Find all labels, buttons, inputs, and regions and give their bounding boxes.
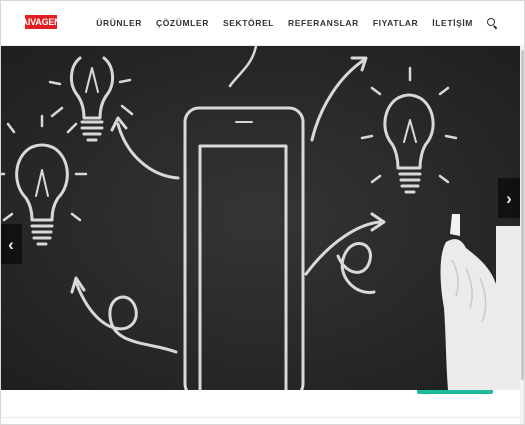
- scrollbar-thumb[interactable]: [521, 50, 524, 380]
- accent-button-edge[interactable]: [417, 390, 493, 394]
- search-icon[interactable]: [487, 18, 497, 28]
- nav-item-cozumler[interactable]: ÇÖZÜMLER: [156, 18, 209, 28]
- main-menu: ÜRÜNLER ÇÖZÜMLER SEKTÖREL REFERANSLAR FI…: [96, 0, 497, 46]
- chevron-right-icon: ›: [506, 188, 512, 208]
- hero-image: [0, 46, 520, 390]
- hero-slider: ‹: [0, 46, 520, 390]
- nav-item-referanslar[interactable]: REFERANSLAR: [288, 18, 359, 28]
- nav-item-fiyatlar[interactable]: FIYATLAR: [373, 18, 418, 28]
- page-scrollbar[interactable]: [520, 46, 525, 425]
- chevron-left-icon: ‹: [8, 234, 14, 254]
- nav-item-sektorel[interactable]: SEKTÖREL: [223, 18, 274, 28]
- site-logo[interactable]: AIVAGEN: [22, 15, 61, 29]
- slider-prev-button[interactable]: ‹: [0, 224, 22, 264]
- slider-next-button[interactable]: ›: [498, 178, 520, 218]
- section-divider: [0, 417, 520, 418]
- nav-item-urunler[interactable]: ÜRÜNLER: [96, 18, 142, 28]
- nav-item-iletisim[interactable]: İLETİŞİM: [432, 18, 473, 28]
- site-header: AIVAGEN ÜRÜNLER ÇÖZÜMLER SEKTÖREL REFERA…: [0, 0, 525, 46]
